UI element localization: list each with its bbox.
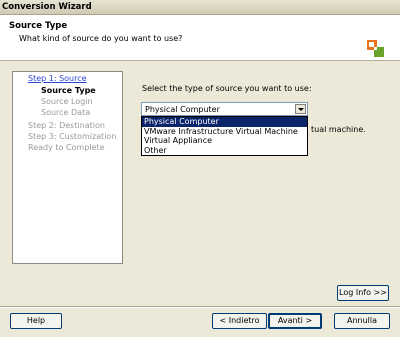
source-type-selected-value: Physical Computer (145, 105, 220, 114)
option-virtual-appliance[interactable]: Virtual Appliance (142, 136, 307, 146)
option-physical-computer[interactable]: Physical Computer (142, 117, 307, 127)
nav-ready-to-complete: Ready to Complete (28, 143, 105, 152)
help-button[interactable]: Help (10, 313, 62, 329)
nav-source-type: Source Type (41, 86, 96, 95)
source-type-select[interactable]: Physical Computer (141, 102, 308, 116)
back-button[interactable]: < Indietro (212, 313, 267, 329)
footer-separator (0, 306, 400, 308)
window-title: Conversion Wizard (2, 2, 92, 12)
option-other[interactable]: Other (142, 146, 307, 156)
nav-source-data: Source Data (41, 108, 91, 117)
nav-step-3-customization: Step 3: Customization (28, 132, 117, 141)
nav-step-2-destination: Step 2: Destination (28, 121, 105, 130)
next-button[interactable]: Avanti > (268, 313, 322, 329)
option-vmware-infrastructure-vm[interactable]: VMware Infrastructure Virtual Machine (142, 127, 307, 137)
source-type-dropdown-list: Physical Computer VMware Infrastructure … (141, 116, 308, 156)
title-bar: Conversion Wizard (0, 0, 400, 15)
nav-step-1-source[interactable]: Step 1: Source (28, 74, 87, 83)
page-title: Source Type (9, 21, 68, 31)
wizard-header: Source Type What kind of source do you w… (0, 15, 400, 61)
log-info-button[interactable]: Log Info >> (337, 285, 389, 301)
cancel-button[interactable]: Annulla (334, 313, 390, 329)
page-subtitle: What kind of source do you want to use? (19, 34, 183, 43)
chevron-down-icon[interactable] (295, 104, 306, 114)
description-text: tual machine. (311, 125, 366, 134)
source-type-prompt: Select the type of source you want to us… (142, 84, 312, 93)
nav-source-login: Source Login (41, 97, 93, 106)
vmware-converter-logo-icon (366, 39, 385, 58)
